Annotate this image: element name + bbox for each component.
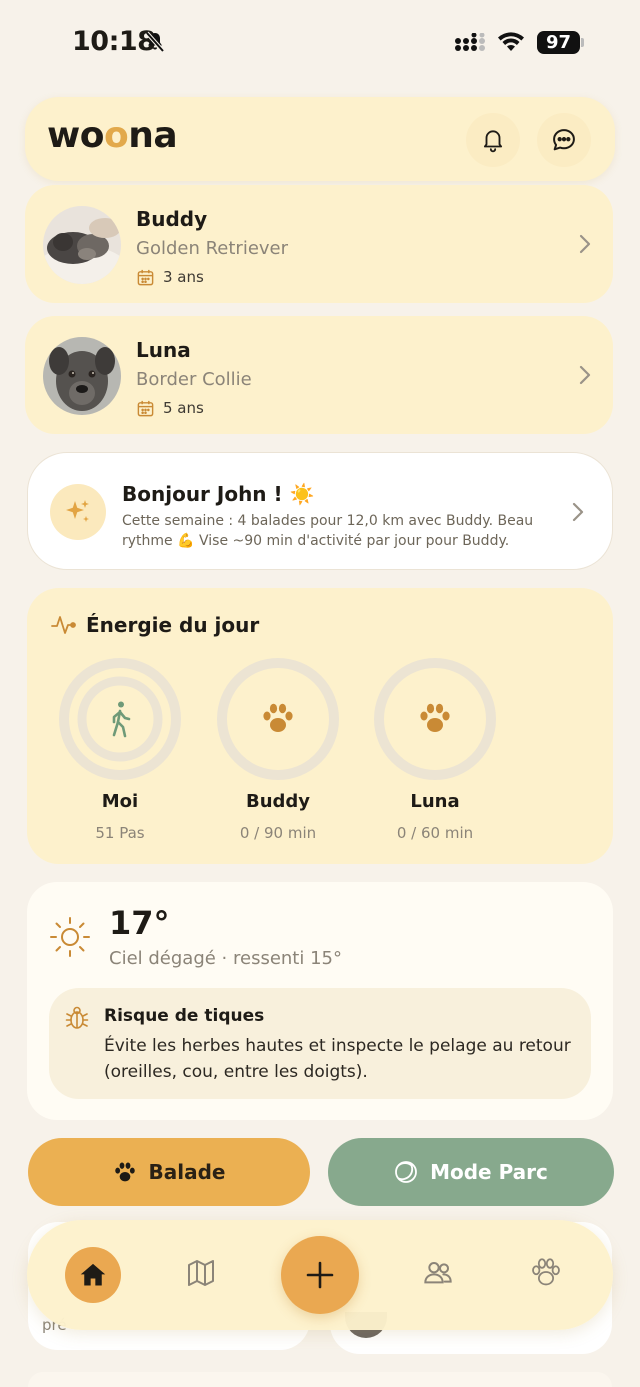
sky-condition: Ciel dégagé · ressenti 15° (109, 948, 342, 969)
map-icon (188, 1260, 214, 1286)
activity-ring-luna[interactable] (372, 656, 498, 782)
status-bar: 10:18 97 (0, 0, 640, 88)
app-logo: woona (47, 115, 178, 156)
nav-home[interactable] (65, 1247, 121, 1303)
ring-label: Moi (101, 791, 139, 812)
notifications-button[interactable] (466, 113, 520, 167)
cellular-signal-icon (454, 32, 488, 57)
sparkles-icon (50, 484, 106, 540)
pet-card-luna[interactable]: Luna Border Collie 5 ans (25, 316, 613, 434)
paw-icon (114, 1162, 135, 1182)
battery-tip (581, 38, 584, 47)
daily-energy-card: Énergie du jour Moi 51 Pas Buddy 0 / 90 … (27, 588, 613, 864)
calendar-icon (136, 399, 155, 422)
bottom-nav (27, 1220, 613, 1330)
paw-icon (263, 703, 293, 732)
ring-label: Buddy (245, 791, 311, 812)
pet-breed: Golden Retriever (136, 238, 289, 259)
walk-button-label: Balade (148, 1160, 226, 1184)
chevron-right-icon (572, 502, 584, 526)
activity-ring-buddy[interactable] (215, 656, 341, 782)
ring-value: 0 / 60 min (396, 824, 474, 842)
battery-indicator: 97 (537, 31, 580, 54)
app-header: woona (25, 97, 615, 181)
pet-card-buddy[interactable]: Buddy Golden Retriever 3 ans (25, 185, 613, 303)
content-card-next (28, 1372, 612, 1387)
chat-bubble-icon (553, 129, 575, 151)
people-icon (424, 1262, 452, 1284)
bug-icon (65, 1005, 89, 1035)
weather-card: 17° Ciel dégagé · ressenti 15° Risque de… (27, 882, 613, 1120)
nav-map[interactable] (185, 1257, 217, 1293)
pet-name: Buddy (136, 207, 208, 231)
chevron-right-icon (579, 365, 591, 389)
tick-risk-alert: Risque de tiques Évite les herbes hautes… (49, 988, 591, 1099)
activity-ring-me[interactable] (57, 656, 183, 782)
paw-icon (420, 703, 450, 732)
add-button[interactable] (281, 1236, 359, 1314)
greeting-card[interactable]: Bonjour John ! ☀️ Cette semaine : 4 bala… (27, 452, 613, 570)
pet-avatar-buddy (43, 206, 121, 284)
pet-age: 3 ans (163, 268, 204, 286)
park-mode-button[interactable]: Mode Parc (328, 1138, 614, 1206)
ring-label: Luna (410, 791, 460, 812)
alert-title: Risque de tiques (104, 1006, 265, 1026)
park-mode-label: Mode Parc (430, 1160, 548, 1184)
chevron-right-icon (579, 234, 591, 258)
ball-icon (395, 1161, 417, 1183)
ring-value: 51 Pas (95, 824, 145, 842)
energy-title: Énergie du jour (86, 613, 260, 637)
ring-value: 0 / 90 min (239, 824, 317, 842)
bell-muted-icon (143, 30, 167, 58)
nav-community[interactable] (422, 1257, 454, 1293)
paw-outline-icon (532, 1258, 560, 1286)
pet-age: 5 ans (163, 399, 204, 417)
pet-breed: Border Collie (136, 369, 252, 390)
pet-avatar-luna (43, 337, 121, 415)
sun-icon (49, 916, 91, 962)
walk-button[interactable]: Balade (28, 1138, 310, 1206)
nav-pets[interactable] (530, 1257, 562, 1291)
pet-name: Luna (136, 338, 191, 362)
temperature: 17° (109, 904, 170, 942)
greeting-summary: Cette semaine : 4 balades pour 12,0 km a… (122, 513, 534, 549)
calendar-icon (136, 268, 155, 291)
plus-icon (306, 1261, 334, 1289)
home-icon (80, 1263, 106, 1286)
walking-person-icon (112, 701, 131, 738)
messages-button[interactable] (537, 113, 591, 167)
alert-text: Évite les herbes hautes et inspecte le p… (104, 1036, 571, 1082)
greeting-title: Bonjour John ! ☀️ (122, 482, 315, 506)
bell-icon (483, 130, 503, 153)
activity-pulse-icon (51, 613, 77, 641)
wifi-icon (497, 31, 525, 57)
